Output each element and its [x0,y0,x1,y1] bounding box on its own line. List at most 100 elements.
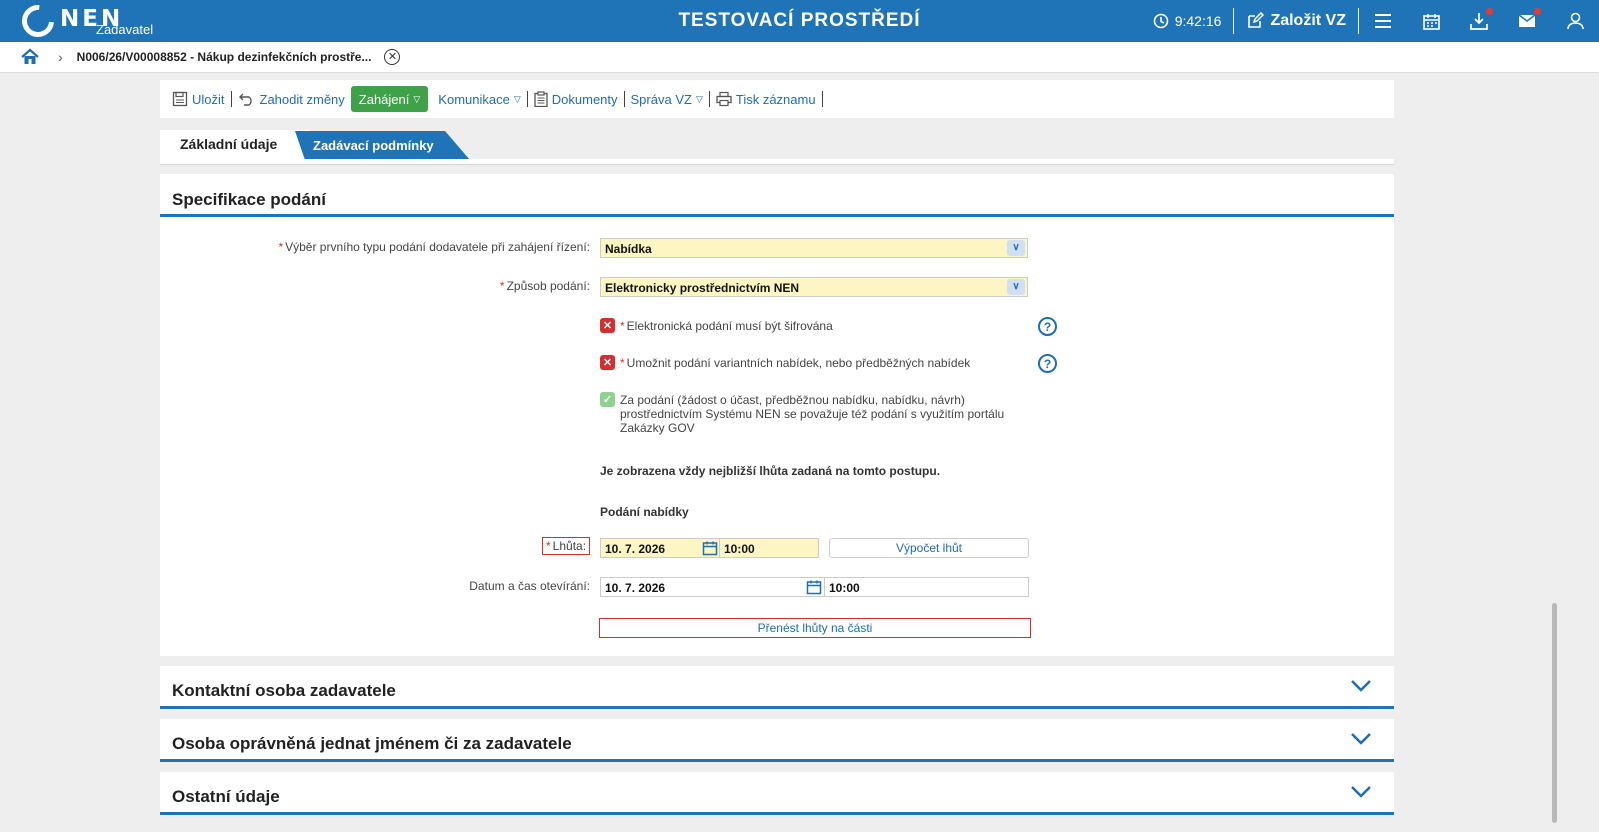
help-icon[interactable]: ? [1038,317,1057,336]
authorized-person-section[interactable]: Osoba oprávněná jednat jménem či za zada… [160,719,1394,762]
gov-portal-checkbox[interactable]: ✓ [600,392,615,407]
chevron-down-icon: ∨ [1007,240,1025,256]
section-title: Ostatní údaje [172,787,280,806]
calendar-icon[interactable] [702,540,718,556]
start-procedure-label: Zahájení [358,91,410,107]
communication-menu[interactable]: Komunikace ▽ [432,92,526,107]
required-marker: * [620,356,625,370]
tab-procurement-conditions[interactable]: Zadávací podmínky [295,131,470,160]
variant-offers-checkbox[interactable]: ✕ [600,355,615,370]
scrollbar-thumb[interactable] [1552,603,1557,823]
required-marker: * [546,539,551,553]
required-marker: * [620,319,625,333]
user-button[interactable] [1551,0,1599,42]
encrypted-label: * Elektronická podání musí být šifrována [620,319,833,333]
submission-spec-panel: Specifikace podání * Výběr prvního typu p… [160,174,1394,656]
encrypted-label-text: Elektronická podání musí být šifrována [626,319,833,333]
required-marker: * [499,279,505,293]
tab-basic-data[interactable]: Základní údaje [160,130,310,160]
clipboard-icon [534,91,548,107]
calendar-icon [1422,13,1440,30]
form-tabs: Základní údaje Zadávací podmínky [160,130,480,160]
required-marker: * [278,240,284,254]
calendar-icon[interactable] [806,579,822,595]
mail-icon [1518,14,1536,27]
clock-time: 9:42:16 [1174,13,1222,29]
discard-changes-label: Zahodit změny [259,91,345,107]
deadline-time-input[interactable]: 10:00 [719,538,819,558]
home-icon[interactable] [20,47,40,67]
chevron-down-icon [1351,786,1371,798]
menu-icon [1375,14,1391,28]
top-bar: NEN Zadavatel TESTOVACÍ PROSTŘEDÍ 9:42:1… [0,0,1599,44]
breadcrumb: › N006/26/V00008852 - Nákup dezinfekčníc… [0,42,1599,73]
deadline-label: * Lhůta: [542,537,591,555]
downloads-button[interactable] [1455,0,1503,42]
other-data-section[interactable]: Ostatní údaje [160,772,1394,815]
vz-management-menu[interactable]: Správa VZ ▽ [625,92,709,107]
dropdown-triangle-icon: ▽ [413,93,421,104]
opening-time-input[interactable]: 10:00 [824,577,1029,597]
method-select[interactable]: Elektronicky prostřednictvím NEN ∨ [600,277,1028,297]
documents-button[interactable]: Dokumenty [528,91,624,107]
discard-changes-button[interactable]: Zahodit změny [232,92,351,107]
print-record-button[interactable]: Tisk záznamu [710,91,822,107]
first-type-value: Nabídka [605,242,652,256]
logo-subtitle: Zadavatel [96,22,154,37]
opening-date-input[interactable]: 10. 7. 2026 [600,577,825,597]
deadline-label-text: Lhůta: [552,539,587,553]
communication-label: Komunikace [438,91,510,107]
nearest-deadline-note: Je zobrazena vždy nejbližší lhůta zadaná… [600,464,941,478]
close-icon[interactable]: ✕ [384,49,401,65]
create-vz-label: Založit VZ [1270,12,1346,29]
calendar-button[interactable] [1407,0,1455,42]
section-underline [160,706,1394,709]
logo-circle-icon [15,0,61,44]
chevron-right-icon: › [58,49,63,65]
variant-offers-label-text: Umožnit podání variantních nabídek, nebo… [626,356,971,370]
breadcrumb-item[interactable]: N006/26/V00008852 - Nákup dezinfekčních … [77,50,372,64]
save-label: Uložit [192,91,225,107]
transfer-deadlines-button[interactable]: Přenést lhůty na části [599,618,1031,638]
session-clock: 9:42:16 [1141,13,1234,29]
documents-label: Dokumenty [551,91,618,107]
create-vz-button[interactable]: Založit VZ [1234,12,1358,30]
contact-person-section[interactable]: Kontaktní osoba zadavatele [160,666,1394,709]
method-label: * Způsob podání: [500,279,590,293]
help-icon[interactable]: ? [1038,354,1057,373]
section-title: Kontaktní osoba zadavatele [172,681,396,700]
panel-title: Specifikace podání [172,190,326,209]
user-icon [1566,12,1584,30]
offer-submission-heading: Podání nabídky [600,505,689,519]
panel-underline [160,214,1394,217]
dropdown-triangle-icon: ▽ [513,93,521,104]
save-button[interactable]: Uložit [166,91,231,107]
vz-management-label: Správa VZ [630,91,692,107]
first-type-select[interactable]: Nabídka ∨ [600,238,1028,258]
variant-offers-label: * Umožnit podání variantních nabídek, neb… [620,356,970,370]
undo-icon [238,93,252,106]
section-underline [160,812,1394,815]
divider [821,91,823,107]
messages-button[interactable] [1503,0,1551,42]
menu-button[interactable] [1359,0,1407,42]
calculate-deadlines-button[interactable]: Výpočet lhůt [829,538,1029,558]
download-icon [1470,13,1488,30]
chevron-down-icon: ∨ [1007,279,1025,295]
dropdown-triangle-icon: ▽ [695,93,703,104]
section-underline [160,759,1394,762]
tab-procurement-conditions-label: Zadávací podmínky [313,138,434,153]
print-record-label: Tisk záznamu [735,91,816,107]
chevron-down-icon [1351,733,1371,745]
printer-icon [716,91,732,107]
section-title: Osoba oprávněná jednat jménem či za zada… [172,734,572,753]
encrypted-checkbox[interactable]: ✕ [600,318,615,333]
divider [1233,8,1235,34]
method-label-text: Způsob podání: [506,279,590,293]
start-procedure-button[interactable]: Zahájení ▽ [350,86,429,112]
first-type-label-text: Výběr prvního typu podání dodavatele při… [285,240,590,254]
save-icon [172,91,188,107]
opening-label: Datum a čas otevírání: [469,579,590,593]
notification-dot [1534,8,1541,15]
action-toolbar: Uložit Zahodit změny Zahájení ▽ Komunika… [160,80,1394,118]
